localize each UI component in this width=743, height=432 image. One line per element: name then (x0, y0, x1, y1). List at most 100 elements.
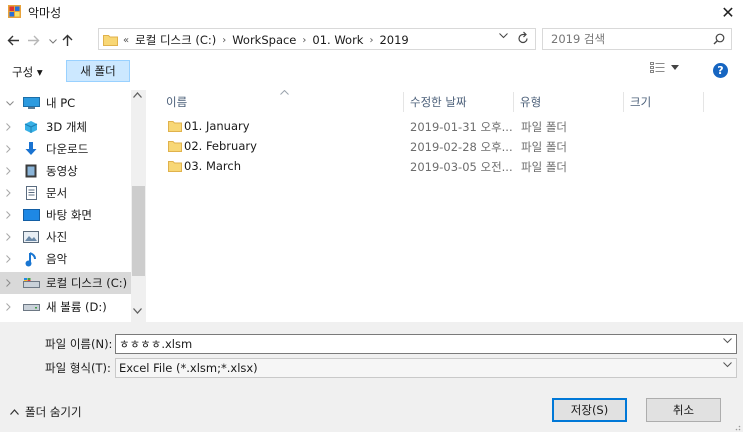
scroll-up-arrow[interactable] (133, 92, 144, 104)
overflow-chevron[interactable]: « (123, 35, 129, 46)
chevron-down-icon (49, 38, 57, 44)
nav-item-downloads[interactable]: 다운로드 (0, 138, 131, 160)
nav-item-volume-d[interactable]: 새 볼륨 (D:) (0, 296, 131, 318)
cancel-button[interactable]: 취소 (646, 398, 721, 422)
back-button[interactable] (4, 30, 22, 50)
chevron-down-icon[interactable] (723, 362, 732, 368)
scroll-thumb[interactable] (132, 186, 145, 276)
nav-item-label: 바탕 화면 (46, 208, 92, 222)
search-input[interactable] (551, 32, 701, 46)
breadcrumb-separator[interactable]: › (369, 35, 373, 46)
organize-button[interactable]: 구성 ▾ (12, 62, 43, 82)
column-header-name[interactable]: 이름 (160, 90, 404, 112)
filename-label: 파일 이름(N): (45, 337, 113, 351)
breadcrumb-item[interactable]: WorkSpace (232, 33, 296, 47)
organize-label: 구성 ▾ (12, 65, 43, 79)
resize-grip[interactable] (732, 422, 741, 431)
nav-item-label: 새 볼륨 (D:) (46, 300, 107, 314)
nav-item-label: 사진 (46, 230, 68, 244)
nav-item-this-pc[interactable]: 내 PC (0, 92, 131, 114)
breadcrumb-item[interactable]: 로컬 디스크 (C:) (135, 32, 216, 48)
file-modified: 2019-01-31 오후... (410, 120, 513, 134)
new-folder-button[interactable]: 새 폴더 (66, 60, 130, 82)
expand-chevron-icon[interactable] (6, 303, 18, 311)
search-box[interactable] (542, 28, 732, 50)
collapse-chevron-icon[interactable] (6, 100, 18, 106)
file-row[interactable]: 03. March 2019-03-05 오전... 파일 폴더 (162, 157, 582, 177)
folder-icon (168, 160, 182, 172)
expand-chevron-icon[interactable] (6, 123, 18, 131)
refresh-button[interactable] (517, 31, 529, 45)
nav-item-3d-objects[interactable]: 3D 개체 (0, 116, 131, 138)
save-options-panel: 파일 이름(N): 파일 형식(T): Excel File (*.xlsm;*… (0, 322, 743, 432)
hide-folders-label: 폴더 숨기기 (25, 405, 82, 419)
expand-chevron-icon[interactable] (6, 255, 18, 263)
nav-item-label: 로컬 디스크 (C:) (46, 276, 128, 290)
breadcrumb-item[interactable]: 01. Work (312, 33, 363, 47)
filename-combobox[interactable] (115, 334, 737, 354)
breadcrumb-item[interactable]: 2019 (379, 33, 408, 47)
column-header-modified[interactable]: 수정한 날짜 (404, 92, 514, 112)
forward-button[interactable] (24, 30, 42, 50)
expand-chevron-icon[interactable] (6, 189, 18, 197)
new-folder-label: 새 폴더 (80, 64, 116, 78)
close-button[interactable]: ✕ (713, 0, 743, 24)
up-button[interactable] (58, 30, 76, 50)
nav-item-videos[interactable]: 동영상 (0, 160, 131, 182)
cancel-label: 취소 (672, 403, 695, 417)
view-options-button[interactable] (650, 62, 679, 73)
nav-item-label: 3D 개체 (46, 120, 87, 134)
expand-chevron-icon[interactable] (6, 233, 18, 241)
nav-item-desktop[interactable]: 바탕 화면 (0, 204, 131, 226)
arrow-up-icon (62, 34, 72, 46)
nav-item-label: 동영상 (46, 164, 78, 178)
column-header-label: 이름 (166, 95, 188, 109)
help-icon[interactable]: ? (713, 63, 728, 78)
expand-chevron-icon[interactable] (6, 211, 18, 219)
address-dropdown-button[interactable] (499, 33, 508, 39)
filetype-select[interactable]: Excel File (*.xlsm;*.xlsx) (115, 358, 737, 378)
expand-chevron-icon[interactable] (6, 167, 18, 175)
chevron-down-icon[interactable] (723, 338, 732, 344)
file-modified: 2019-03-05 오전... (410, 160, 513, 174)
hide-folders-toggle[interactable]: 폴더 숨기기 (10, 404, 82, 420)
nav-item-label: 문서 (46, 186, 68, 200)
file-type: 파일 폴더 (521, 140, 567, 154)
view-list-icon (650, 62, 665, 73)
breadcrumb-separator[interactable]: › (222, 35, 226, 46)
nav-item-pictures[interactable]: 사진 (0, 226, 131, 248)
folder-icon (103, 33, 118, 46)
file-name: 03. March (184, 159, 242, 173)
file-row[interactable]: 01. January 2019-01-31 오후... 파일 폴더 (162, 117, 582, 137)
nav-scrollbar[interactable] (131, 90, 146, 322)
breadcrumb-separator[interactable]: › (302, 35, 306, 46)
desktop-icon (22, 208, 40, 222)
music-icon (22, 251, 40, 266)
file-row[interactable]: 02. February 2019-02-28 오후... 파일 폴더 (162, 137, 582, 157)
column-header-label: 크기 (630, 95, 652, 109)
file-type: 파일 폴더 (521, 120, 567, 134)
column-header-size[interactable]: 크기 (624, 92, 704, 112)
expand-chevron-icon[interactable] (6, 145, 18, 153)
column-header-label: 수정한 날짜 (410, 95, 467, 109)
file-name: 02. February (184, 139, 257, 153)
filename-input[interactable] (119, 337, 709, 351)
nav-item-label: 다운로드 (46, 142, 89, 156)
navigation-pane: 내 PC 3D 개체 다운로드 동영상 문서 바탕 화면 사진 음악 로컬 디스… (0, 90, 146, 322)
column-header-label: 유형 (520, 95, 542, 109)
address-bar[interactable]: « 로컬 디스크 (C:) › WorkSpace › 01. Work › 2… (98, 28, 536, 50)
scroll-down-arrow[interactable] (133, 308, 144, 320)
nav-item-documents[interactable]: 문서 (0, 182, 131, 204)
pc-icon (22, 96, 40, 110)
expand-chevron-icon[interactable] (6, 279, 18, 287)
nav-item-music[interactable]: 음악 (0, 248, 131, 270)
title-bar: 악마성 ✕ (0, 0, 743, 24)
close-icon: ✕ (721, 2, 735, 22)
search-icon[interactable] (713, 33, 725, 45)
file-modified: 2019-02-28 오후... (410, 140, 513, 154)
column-header-type[interactable]: 유형 (514, 92, 624, 112)
3d-objects-icon (22, 120, 40, 134)
drive-icon (22, 300, 40, 314)
nav-item-local-disk-c[interactable]: 로컬 디스크 (C:) (0, 272, 131, 294)
save-button[interactable]: 저장(S) (552, 398, 627, 422)
